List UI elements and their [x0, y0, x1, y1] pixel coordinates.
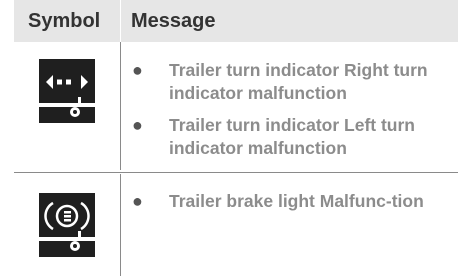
list-item: ● Trailer turn indicator Left turn indic… [131, 114, 458, 159]
message-list: ● Trailer turn indicator Right turn indi… [131, 59, 458, 169]
bullet-icon: ● [132, 191, 143, 211]
column-header-message: Message [131, 10, 216, 32]
message-list: ● Trailer brake light Malfunc-tion [131, 190, 458, 223]
message-text: Trailer turn indicator Right turn indica… [169, 60, 428, 103]
symbol-message-table: Symbol Message ● Trailer turn indicator … [14, 0, 458, 276]
list-item: ● Trailer brake light Malfunc-tion [131, 190, 458, 213]
table-header: Symbol Message [14, 0, 458, 42]
bullet-icon: ● [132, 60, 143, 80]
column-header-symbol: Symbol [28, 10, 101, 32]
trailer-brake-light-icon [39, 193, 95, 257]
list-item: ● Trailer turn indicator Right turn indi… [131, 59, 458, 104]
column-divider [120, 42, 121, 170]
header-divider [120, 0, 121, 42]
message-text: Trailer turn indicator Left turn indicat… [169, 115, 415, 158]
message-text: Trailer brake light Malfunc-tion [169, 191, 424, 211]
bullet-icon: ● [132, 115, 143, 135]
row-divider [14, 172, 458, 173]
trailer-turn-indicator-icon [39, 59, 95, 123]
column-divider [120, 174, 121, 276]
